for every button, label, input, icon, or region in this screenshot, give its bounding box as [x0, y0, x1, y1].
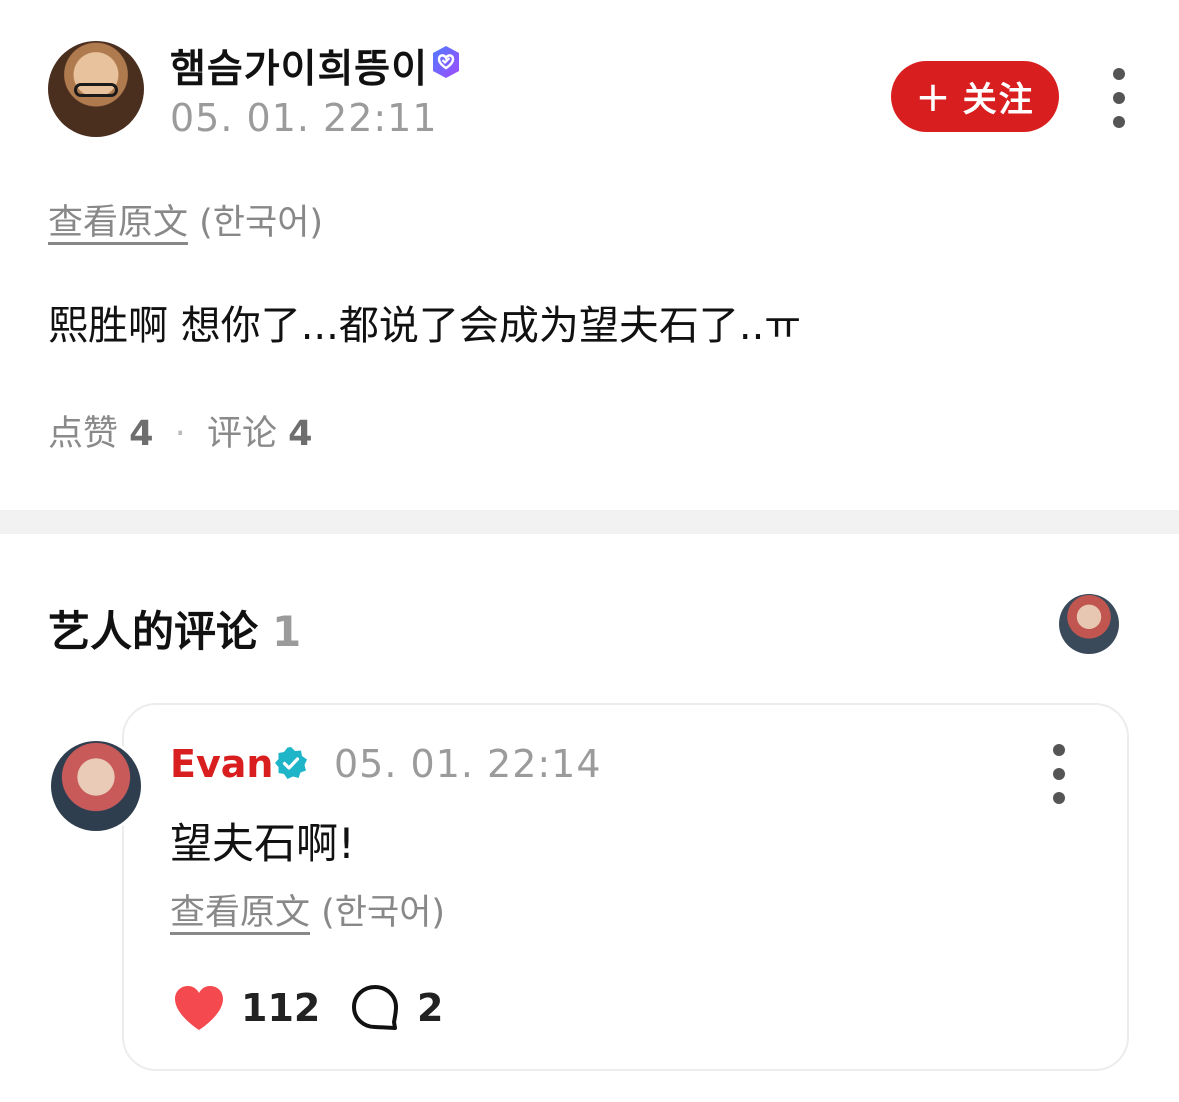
artist-comments-title: 艺人的评论 1	[48, 598, 301, 659]
post-body: 熙胜啊 想你了...都说了会成为望夫石了..ㅠ	[48, 303, 802, 349]
comment-more-options-icon[interactable]	[1049, 744, 1069, 804]
reply-bubble-icon[interactable]	[350, 983, 400, 1033]
section-divider	[0, 510, 1179, 534]
author-name[interactable]: 햄슴가이희뜽이	[170, 38, 428, 94]
heart-icon[interactable]	[172, 983, 226, 1033]
likes-label[interactable]: 点赞	[48, 414, 118, 454]
more-options-icon[interactable]	[1109, 68, 1129, 128]
post-timestamp: 05. 01. 22:11	[170, 96, 438, 140]
comment-view-original-link[interactable]: 查看原文 (한국어)	[170, 884, 445, 935]
comments-label[interactable]: 评论	[207, 414, 277, 454]
artist-comments-count: 1	[272, 607, 302, 656]
comment-like-count: 112	[241, 986, 321, 1030]
author-avatar[interactable]	[48, 41, 144, 137]
follow-label: 关注	[962, 80, 1035, 120]
post-stats: 点赞 4 · 评论 4	[48, 405, 312, 456]
likes-count: 4	[129, 414, 154, 454]
comments-count: 4	[288, 414, 313, 454]
stats-separator: ·	[174, 414, 186, 454]
comment-text: 望夫石啊!	[170, 819, 355, 868]
view-original-link[interactable]: 查看原文 (한국어)	[48, 194, 323, 245]
post-header: 햄슴가이희뜽이 05. 01. 22:11 + 关注	[0, 0, 1179, 170]
avatar-glasses	[74, 83, 118, 97]
verified-check-icon	[275, 747, 307, 779]
comment-reply-count: 2	[417, 986, 444, 1030]
comment-view-original-label[interactable]: 查看原文	[170, 893, 310, 933]
comment-timestamp: 05. 01. 22:14	[334, 742, 602, 786]
artist-avatar[interactable]	[1059, 594, 1119, 654]
commenter-name[interactable]: Evan	[170, 742, 273, 786]
comment-original-language: (한국어)	[321, 893, 446, 933]
commenter-avatar[interactable]	[48, 738, 144, 834]
view-original-label[interactable]: 查看原文	[48, 203, 188, 243]
verified-badge-icon	[433, 46, 459, 78]
artist-comments-label: 艺人的评论	[48, 607, 259, 656]
plus-icon: +	[915, 71, 953, 121]
original-language: (한국어)	[199, 203, 324, 243]
follow-button[interactable]: + 关注	[891, 61, 1059, 132]
